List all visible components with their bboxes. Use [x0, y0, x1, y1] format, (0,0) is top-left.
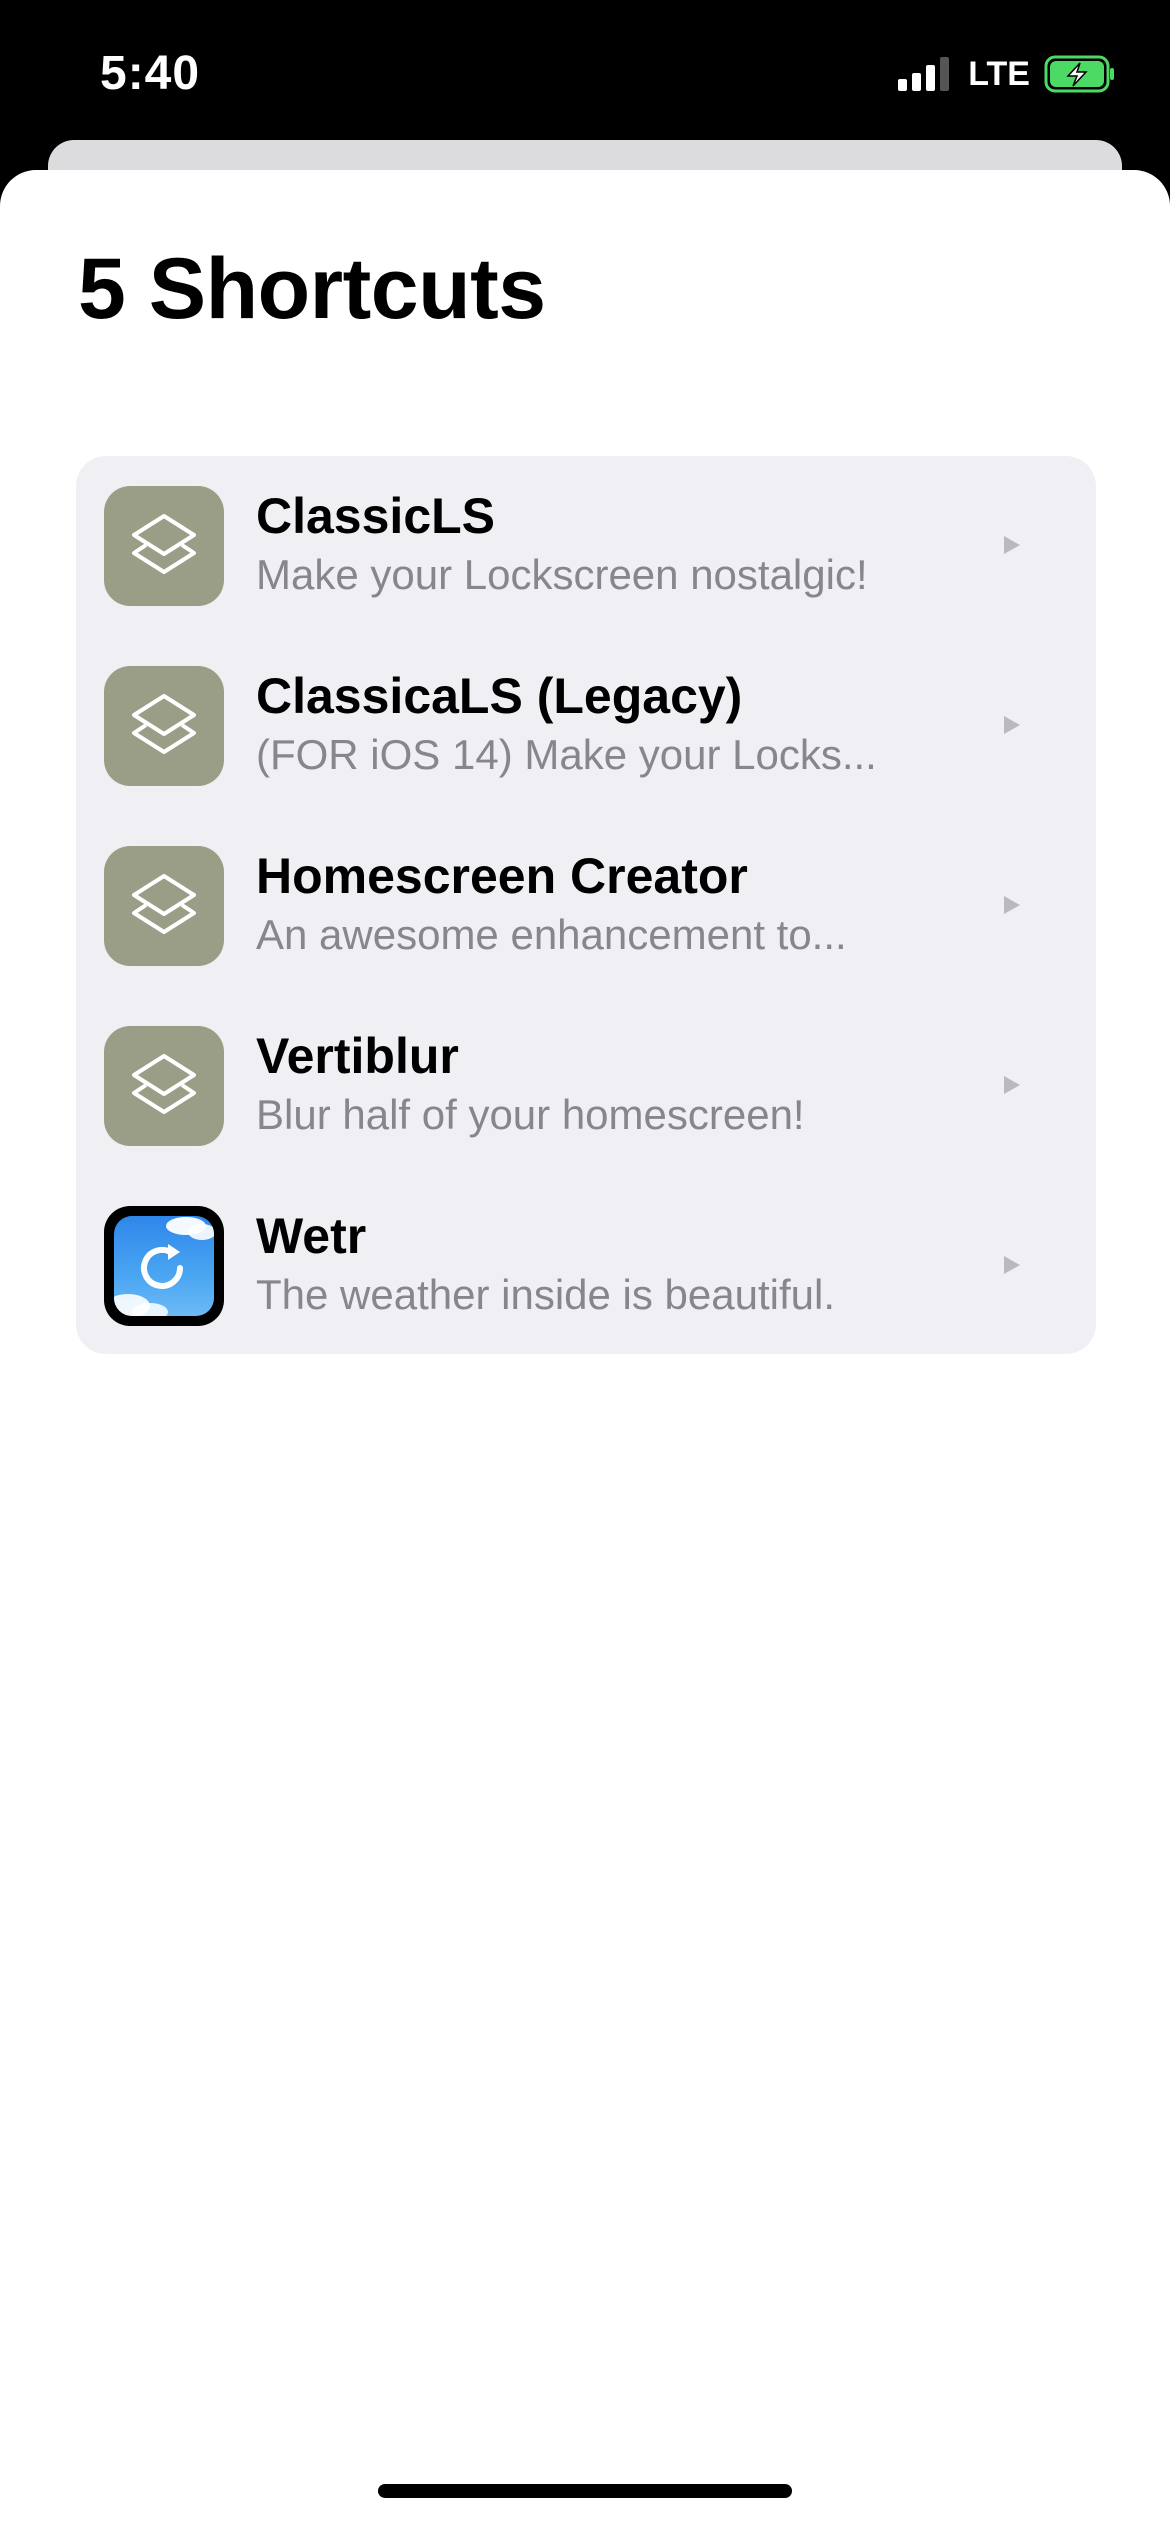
shortcut-subtitle: (FOR iOS 14) Make your Locks... — [256, 731, 877, 778]
shortcuts-sheet: 5 Shortcuts ClassicLS Make your Lockscre… — [0, 170, 1170, 2532]
chevron-right-icon — [1004, 1076, 1020, 1094]
shortcut-title: Homescreen Creator — [256, 848, 748, 904]
shortcut-row-wetr[interactable]: Wetr The weather inside is beautiful. — [76, 1176, 1096, 1356]
shortcut-title: ClassicLS — [256, 488, 496, 544]
shortcut-row-classicls[interactable]: ClassicLS Make your Lockscreen nostalgic… — [76, 456, 1096, 636]
battery-charging-icon — [1044, 55, 1114, 93]
shortcut-row-homescreen-creator[interactable]: Homescreen Creator An awesome enhancemen… — [76, 816, 1096, 996]
sheet-title: 5 Shortcuts — [78, 241, 546, 337]
shortcut-subtitle: The weather inside is beautiful. — [256, 1271, 835, 1318]
shortcuts-list: ClassicLS Make your Lockscreen nostalgic… — [76, 456, 1096, 1354]
chevron-right-icon — [1004, 1256, 1020, 1274]
shortcuts-layers-icon — [104, 1026, 224, 1146]
chevron-right-icon — [1004, 536, 1020, 554]
network-type-label: LTE — [968, 55, 1030, 93]
shortcut-row-classicals-legacy[interactable]: ClassicaLS (Legacy) (FOR iOS 14) Make yo… — [76, 636, 1096, 816]
chevron-right-icon — [1004, 716, 1020, 734]
status-time: 5:40 — [100, 47, 201, 100]
shortcuts-layers-icon — [104, 846, 224, 966]
chevron-right-icon — [1004, 896, 1020, 914]
shortcuts-layers-icon — [104, 666, 224, 786]
weather-refresh-icon — [104, 1206, 224, 1326]
status-indicators: LTE — [898, 52, 1116, 96]
shortcut-row-vertiblur[interactable]: Vertiblur Blur half of your homescreen! — [76, 996, 1096, 1176]
status-bar: 5:40 LTE — [0, 0, 1170, 150]
shortcut-subtitle: An awesome enhancement to... — [256, 911, 847, 958]
shortcut-title: Vertiblur — [256, 1028, 459, 1084]
screen: 5:40 LTE 5 Shortcuts ClassicLS Make your… — [0, 0, 1170, 2532]
shortcut-subtitle: Blur half of your homescreen! — [256, 1091, 805, 1138]
shortcuts-layers-icon — [104, 486, 224, 606]
home-indicator[interactable] — [378, 2484, 792, 2498]
shortcut-title: Wetr — [256, 1208, 367, 1264]
shortcut-title: ClassicaLS (Legacy) — [256, 668, 743, 724]
shortcut-subtitle: Make your Lockscreen nostalgic! — [256, 551, 868, 598]
cellular-signal-icon — [898, 57, 954, 91]
